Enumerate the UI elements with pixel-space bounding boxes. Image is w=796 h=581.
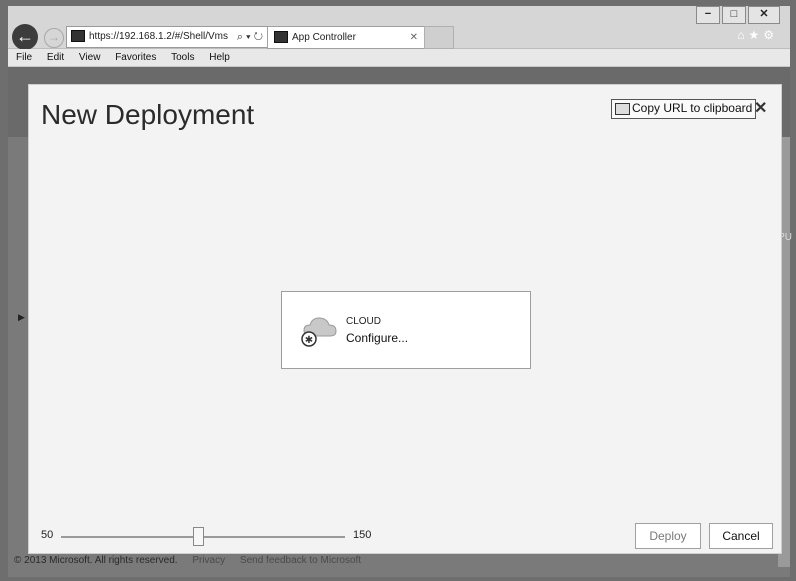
maximize-button[interactable]: □ bbox=[722, 6, 746, 24]
copy-url-label: Copy URL to clipboard bbox=[632, 101, 753, 115]
feedback-link[interactable]: Send feedback to Microsoft bbox=[240, 555, 361, 566]
browser-toolbar: − □ ✕ ← → https://192.168.1.2/#/Shell/Vm… bbox=[8, 6, 790, 50]
privacy-link[interactable]: Privacy bbox=[192, 555, 225, 566]
deploy-button[interactable]: Deploy bbox=[635, 523, 701, 549]
tab-app-controller[interactable]: App Controller ✕ bbox=[267, 26, 425, 49]
window-controls: − □ ✕ bbox=[694, 6, 780, 24]
menu-favorites[interactable]: Favorites bbox=[115, 52, 156, 63]
card-label: CLOUD bbox=[346, 316, 382, 327]
copyright-text: © 2013 Microsoft. All rights reserved. bbox=[14, 555, 178, 566]
close-window-button[interactable]: ✕ bbox=[748, 6, 780, 24]
back-arrow-icon[interactable]: ← bbox=[12, 24, 38, 50]
slider-min-label: 50 bbox=[41, 529, 54, 541]
forward-arrow-icon[interactable]: → bbox=[44, 28, 64, 48]
menu-help[interactable]: Help bbox=[209, 52, 230, 63]
address-bar[interactable]: https://192.168.1.2/#/Shell/Vms ⌕ ▾ ↻ bbox=[66, 26, 268, 48]
new-deployment-dialog: New Deployment Copy URL to clipboard ✕ ✱… bbox=[28, 84, 782, 554]
menu-view[interactable]: View bbox=[79, 52, 101, 63]
tab-favicon-icon bbox=[274, 31, 288, 44]
cloud-configure-card[interactable]: ✱ CLOUD Configure... bbox=[281, 291, 531, 369]
site-favicon-icon bbox=[71, 30, 85, 43]
slider-max-label: 150 bbox=[353, 529, 372, 541]
copy-url-button[interactable]: Copy URL to clipboard bbox=[611, 99, 757, 119]
expand-arrow-icon[interactable]: ▶ bbox=[18, 312, 25, 323]
address-url: https://192.168.1.2/#/Shell/Vms bbox=[89, 31, 228, 42]
new-tab-button[interactable] bbox=[424, 26, 454, 49]
configure-link[interactable]: Configure... bbox=[346, 331, 408, 345]
page-footer: © 2013 Microsoft. All rights reserved. P… bbox=[14, 555, 373, 566]
slider-thumb[interactable] bbox=[192, 527, 204, 546]
browser-window: − □ ✕ ← → https://192.168.1.2/#/Shell/Vm… bbox=[0, 0, 796, 581]
address-tools-icon[interactable]: ⌕ ▾ ↻ bbox=[237, 27, 263, 47]
close-dialog-icon[interactable]: ✕ bbox=[754, 98, 767, 118]
menu-edit[interactable]: Edit bbox=[47, 52, 64, 63]
svg-text:✱: ✱ bbox=[305, 335, 313, 346]
menu-bar: File Edit View Favorites Tools Help bbox=[8, 49, 790, 67]
cancel-button[interactable]: Cancel bbox=[709, 523, 773, 549]
minimize-button[interactable]: − bbox=[696, 6, 720, 24]
close-tab-icon[interactable]: ✕ bbox=[410, 27, 418, 48]
browser-tools-icons[interactable]: ⌂★⚙ bbox=[737, 28, 778, 42]
menu-tools[interactable]: Tools bbox=[171, 52, 194, 63]
clipboard-icon bbox=[615, 103, 630, 115]
cloud-icon: ✱ bbox=[301, 317, 337, 347]
dialog-title: New Deployment bbox=[41, 99, 255, 130]
tab-title: App Controller bbox=[292, 32, 356, 43]
menu-file[interactable]: File bbox=[16, 52, 32, 63]
